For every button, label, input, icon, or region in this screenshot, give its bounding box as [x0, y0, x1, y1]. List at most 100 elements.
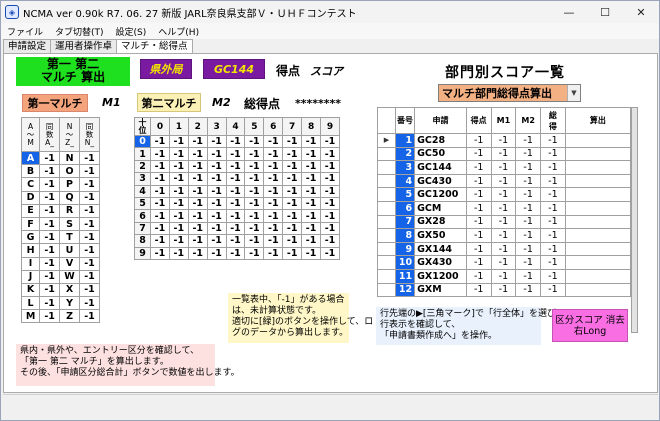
menu-settings[interactable]: 設定(S) — [110, 25, 153, 38]
count-cell[interactable]: -1 — [320, 172, 340, 186]
count-cell[interactable]: -1 — [187, 234, 208, 248]
table-row[interactable]: 3 GC144 -1 -1 -1 -1 — [377, 160, 632, 175]
letter-cell[interactable]: K — [20, 282, 41, 298]
count-cell[interactable]: -1 — [301, 134, 322, 149]
letter-cell[interactable]: Y — [59, 296, 80, 311]
count-cell[interactable]: -1 — [78, 216, 101, 232]
count-cell[interactable]: -1 — [244, 184, 265, 198]
count-cell[interactable]: -1 — [168, 172, 189, 186]
count-cell[interactable]: -1 — [150, 134, 170, 149]
count-cell[interactable]: -1 — [225, 172, 246, 186]
count-cell[interactable]: -1 — [168, 246, 189, 260]
count-cell[interactable]: -1 — [168, 147, 189, 161]
row-selector[interactable] — [377, 255, 396, 270]
count-cell[interactable]: -1 — [320, 209, 340, 223]
count-cell[interactable]: -1 — [225, 159, 246, 174]
count-cell[interactable]: -1 — [150, 196, 170, 211]
letter-cell[interactable]: U — [59, 243, 80, 258]
row-selector[interactable] — [377, 228, 396, 243]
tab-application-settings[interactable]: 申請設定 — [3, 39, 52, 54]
count-cell[interactable]: -1 — [78, 243, 101, 258]
clear-category-score-button[interactable]: 区分スコア 消去 右Long — [552, 309, 628, 342]
count-cell[interactable]: -1 — [206, 196, 227, 211]
count-cell[interactable]: -1 — [206, 209, 227, 223]
count-cell[interactable]: -1 — [320, 221, 340, 236]
close-button[interactable]: ✕ — [623, 1, 659, 23]
count-cell[interactable]: -1 — [150, 221, 170, 236]
count-cell[interactable]: -1 — [244, 134, 265, 149]
second-multi-button[interactable]: 第二マルチ — [137, 93, 201, 112]
letter-cell[interactable]: D — [20, 190, 41, 205]
count-cell[interactable]: -1 — [39, 164, 61, 179]
letter-cell[interactable]: L — [20, 296, 41, 311]
chevron-down-icon[interactable]: ▼ — [567, 85, 580, 101]
letter-cell[interactable]: J — [20, 269, 41, 284]
count-cell[interactable]: -1 — [282, 234, 303, 248]
table-row[interactable]: 10 GX430 -1 -1 -1 -1 — [377, 255, 632, 270]
count-cell[interactable]: -1 — [206, 184, 227, 198]
count-cell[interactable]: -1 — [39, 216, 61, 232]
count-cell[interactable]: -1 — [282, 184, 303, 198]
first-multi-button[interactable]: 第一マルチ — [22, 94, 88, 112]
count-cell[interactable]: -1 — [244, 209, 265, 223]
count-cell[interactable]: -1 — [187, 184, 208, 198]
count-cell[interactable]: -1 — [150, 234, 170, 248]
count-cell[interactable]: -1 — [150, 159, 170, 174]
count-cell[interactable]: -1 — [39, 190, 61, 205]
menu-tab-switch[interactable]: タブ切替(T) — [49, 25, 110, 38]
letter-cell[interactable]: V — [59, 256, 80, 271]
count-cell[interactable]: -1 — [78, 230, 101, 245]
count-cell[interactable]: -1 — [244, 246, 265, 260]
count-cell[interactable]: -1 — [39, 230, 61, 245]
letter-cell[interactable]: M — [20, 309, 41, 324]
letter-cell[interactable]: E — [20, 203, 41, 218]
count-cell[interactable]: -1 — [39, 256, 61, 271]
count-cell[interactable]: -1 — [150, 147, 170, 161]
count-cell[interactable]: -1 — [168, 234, 189, 248]
count-cell[interactable]: -1 — [301, 234, 322, 248]
table-row[interactable]: 7 GX28 -1 -1 -1 -1 — [377, 214, 632, 230]
count-cell[interactable]: -1 — [244, 147, 265, 161]
letter-cell[interactable]: Z — [59, 309, 80, 324]
letter-cell[interactable]: W — [59, 269, 80, 284]
row-selector[interactable] — [377, 146, 396, 162]
letter-cell[interactable]: P — [59, 177, 80, 192]
count-cell[interactable]: -1 — [282, 134, 303, 149]
count-cell[interactable]: -1 — [320, 159, 340, 174]
count-cell[interactable]: -1 — [301, 159, 322, 174]
row-selector[interactable] — [377, 200, 396, 216]
count-cell[interactable]: -1 — [301, 172, 322, 186]
count-cell[interactable]: -1 — [39, 296, 61, 311]
count-cell[interactable]: -1 — [282, 159, 303, 174]
count-cell[interactable]: -1 — [206, 234, 227, 248]
count-cell[interactable]: -1 — [206, 246, 227, 260]
count-cell[interactable]: -1 — [206, 134, 227, 149]
count-cell[interactable]: -1 — [187, 134, 208, 149]
table-row[interactable]: 8 GX50 -1 -1 -1 -1 — [377, 228, 632, 243]
count-cell[interactable]: -1 — [282, 209, 303, 223]
count-cell[interactable]: -1 — [225, 234, 246, 248]
count-cell[interactable]: -1 — [168, 184, 189, 198]
table-row[interactable]: 6 GCM -1 -1 -1 -1 — [377, 200, 632, 216]
count-cell[interactable]: -1 — [206, 221, 227, 236]
count-cell[interactable]: -1 — [78, 150, 101, 166]
count-cell[interactable]: -1 — [39, 282, 61, 298]
count-cell[interactable]: -1 — [78, 177, 101, 192]
count-cell[interactable]: -1 — [225, 196, 246, 211]
letter-cell[interactable]: C — [20, 177, 41, 192]
count-cell[interactable]: -1 — [39, 243, 61, 258]
digit-row-header[interactable]: 2 — [134, 159, 151, 174]
letter-cell[interactable]: T — [59, 230, 80, 245]
row-selector[interactable] — [377, 173, 396, 189]
count-cell[interactable]: -1 — [78, 190, 101, 205]
count-cell[interactable]: -1 — [225, 134, 246, 149]
count-cell[interactable]: -1 — [263, 209, 284, 223]
digit-row-header[interactable]: 8 — [134, 234, 151, 248]
letter-cell[interactable]: A — [20, 150, 41, 166]
row-selector[interactable] — [377, 187, 396, 202]
digit-row-header[interactable]: 6 — [134, 209, 151, 223]
count-cell[interactable]: -1 — [282, 221, 303, 236]
count-cell[interactable]: -1 — [320, 147, 340, 161]
count-cell[interactable]: -1 — [225, 184, 246, 198]
count-cell[interactable]: -1 — [187, 209, 208, 223]
